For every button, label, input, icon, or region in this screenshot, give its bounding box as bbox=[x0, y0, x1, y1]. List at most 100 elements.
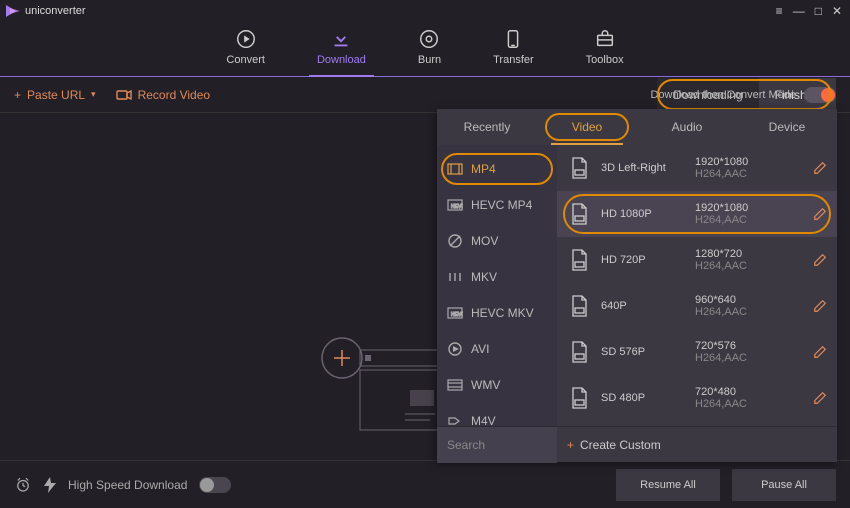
fmt-cat-label: Device bbox=[769, 120, 806, 134]
format-label: M4V bbox=[471, 414, 496, 426]
preset-name: HD 720P bbox=[601, 254, 685, 266]
svg-text:HEVC: HEVC bbox=[451, 312, 463, 318]
edit-icon[interactable] bbox=[813, 207, 827, 221]
dtcm-label: Download then Convert Mode bbox=[650, 89, 796, 101]
fmt-cat-label: Audio bbox=[672, 120, 703, 134]
format-icon bbox=[447, 163, 463, 175]
nav-transfer[interactable]: Transfer bbox=[493, 28, 534, 66]
edit-icon[interactable] bbox=[813, 391, 827, 405]
format-label: MKV bbox=[471, 270, 497, 284]
format-label: WMV bbox=[471, 378, 500, 392]
svg-text:HEVC: HEVC bbox=[451, 204, 463, 210]
format-list[interactable]: MP4 HEVC HEVC MP4 MOV MKV HEVC HEVC MKV bbox=[437, 145, 557, 426]
preset-row[interactable]: HD 1080P 1920*1080H264,AAC bbox=[557, 191, 837, 237]
format-item-avi[interactable]: AVI bbox=[437, 331, 557, 367]
format-item-hevc-mp4[interactable]: HEVC HEVC MP4 bbox=[437, 187, 557, 223]
edit-icon[interactable] bbox=[813, 345, 827, 359]
nav-label: Transfer bbox=[493, 54, 534, 66]
edit-icon[interactable] bbox=[813, 161, 827, 175]
preset-list[interactable]: 3D Left-Right 1920*1080H264,AAC HD 1080P 19… bbox=[557, 145, 837, 426]
create-custom-label: Create Custom bbox=[580, 438, 661, 452]
preset-meta: 960*640H264,AAC bbox=[695, 294, 803, 318]
format-icon bbox=[447, 379, 463, 391]
preset-name: 3D Left-Right bbox=[601, 162, 685, 174]
plus-icon: + bbox=[567, 438, 574, 452]
preset-row[interactable]: 640P960*640H264,AAC bbox=[557, 283, 837, 329]
fmt-cat-label: Recently bbox=[464, 120, 511, 134]
preset-row[interactable]: SD 576P720*576H264,AAC bbox=[557, 329, 837, 375]
format-item-hevc-mkv[interactable]: HEVC HEVC MKV bbox=[437, 295, 557, 331]
preset-name: SD 576P bbox=[601, 346, 685, 358]
nav-label: Burn bbox=[418, 54, 441, 66]
search-placeholder: Search bbox=[447, 438, 485, 452]
record-video-button[interactable]: Record Video bbox=[116, 88, 211, 102]
nav-burn[interactable]: Burn bbox=[418, 28, 441, 66]
preset-meta: 1920*1080H264,AAC bbox=[695, 156, 803, 180]
paste-url-button[interactable]: + Paste URL ▾ bbox=[14, 88, 96, 102]
format-label: MP4 bbox=[471, 162, 496, 176]
resume-all-button[interactable]: Resume All bbox=[616, 469, 720, 501]
toolbox-icon bbox=[594, 28, 616, 50]
close-button[interactable]: ✕ bbox=[832, 4, 842, 18]
format-icon bbox=[447, 415, 463, 426]
format-icon bbox=[447, 271, 463, 283]
clock-icon[interactable] bbox=[14, 476, 32, 494]
format-label: HEVC MP4 bbox=[471, 198, 532, 212]
preset-meta: 1920*1080H264,AAC bbox=[695, 202, 803, 226]
fmt-cat-video[interactable]: Video bbox=[537, 109, 637, 145]
format-item-mov[interactable]: MOV bbox=[437, 223, 557, 259]
preset-meta: 720*480H264,AAC bbox=[695, 386, 803, 410]
preset-name: HD 1080P bbox=[601, 208, 685, 220]
edit-icon[interactable] bbox=[813, 253, 827, 267]
nav-label: Toolbox bbox=[586, 54, 624, 66]
format-label: MOV bbox=[471, 234, 498, 248]
nav-label: Convert bbox=[226, 54, 265, 66]
file-icon bbox=[567, 202, 591, 226]
fmt-cat-audio[interactable]: Audio bbox=[637, 109, 737, 145]
nav-toolbox[interactable]: Toolbox bbox=[586, 28, 624, 66]
format-item-wmv[interactable]: WMV bbox=[437, 367, 557, 403]
nav-convert[interactable]: Convert bbox=[226, 28, 265, 66]
format-icon bbox=[447, 341, 463, 357]
app-logo-icon bbox=[6, 5, 20, 17]
format-item-m4v[interactable]: M4V bbox=[437, 403, 557, 426]
format-icon: HEVC bbox=[447, 307, 463, 319]
preset-row[interactable]: HD 720P 1280*720H264,AAC bbox=[557, 237, 837, 283]
edit-icon[interactable] bbox=[813, 299, 827, 313]
bolt-icon bbox=[44, 477, 56, 493]
create-custom-button[interactable]: + Create Custom bbox=[557, 438, 837, 452]
dtcm-toggle[interactable] bbox=[804, 87, 836, 103]
format-icon: HEVC bbox=[447, 199, 463, 211]
format-label: HEVC MKV bbox=[471, 306, 534, 320]
preset-name: SD 480P bbox=[601, 392, 685, 404]
app-title: uniconverter bbox=[25, 5, 86, 17]
file-icon bbox=[567, 386, 591, 410]
fmt-cat-recently[interactable]: Recently bbox=[437, 109, 537, 145]
format-icon bbox=[447, 233, 463, 249]
pause-all-button[interactable]: Pause All bbox=[732, 469, 836, 501]
camera-icon bbox=[116, 89, 132, 101]
plus-icon: + bbox=[14, 88, 21, 102]
transfer-icon bbox=[502, 28, 524, 50]
preset-row[interactable]: 3D Left-Right 1920*1080H264,AAC bbox=[557, 145, 837, 191]
format-item-mp4[interactable]: MP4 bbox=[437, 151, 557, 187]
file-icon bbox=[567, 248, 591, 272]
empty-state-illustration bbox=[320, 330, 440, 430]
fmt-cat-device[interactable]: Device bbox=[737, 109, 837, 145]
record-video-label: Record Video bbox=[138, 88, 211, 102]
menu-button[interactable]: ≡ bbox=[776, 4, 783, 18]
preset-meta: 1280*720H264,AAC bbox=[695, 248, 803, 272]
chevron-down-icon: ▾ bbox=[91, 89, 96, 100]
nav-download[interactable]: Download bbox=[317, 28, 366, 66]
maximize-button[interactable]: □ bbox=[815, 4, 822, 18]
nav-label: Download bbox=[317, 54, 366, 66]
format-panel: Recently Video Audio Device MP4 HEVC HEV… bbox=[437, 109, 837, 462]
high-speed-toggle[interactable] bbox=[199, 477, 231, 493]
paste-url-label: Paste URL bbox=[27, 88, 85, 102]
minimize-button[interactable]: — bbox=[793, 4, 805, 18]
search-input[interactable]: Search bbox=[437, 427, 557, 463]
format-item-mkv[interactable]: MKV bbox=[437, 259, 557, 295]
burn-icon bbox=[418, 28, 440, 50]
preset-row[interactable]: SD 480P 720*480H264,AAC bbox=[557, 375, 837, 421]
high-speed-label: High Speed Download bbox=[68, 478, 187, 492]
